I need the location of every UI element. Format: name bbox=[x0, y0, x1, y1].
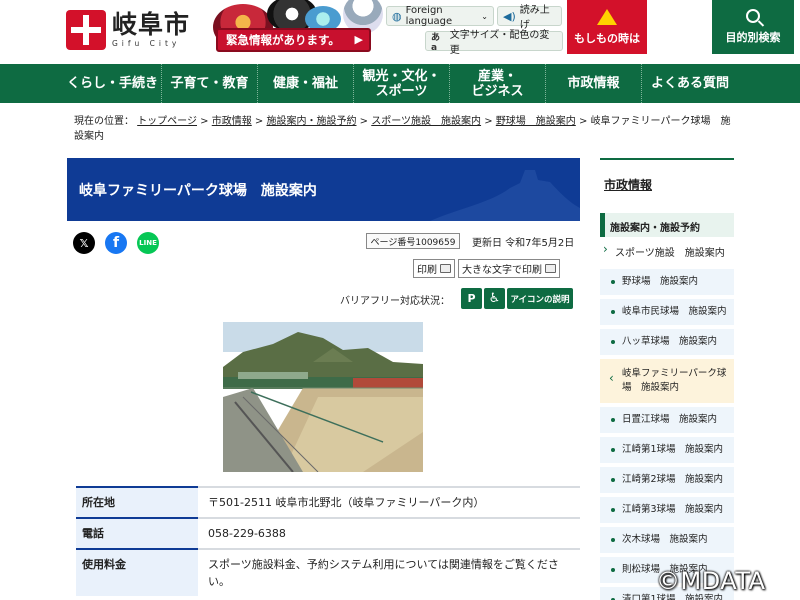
globe-icon: ◍ bbox=[392, 9, 402, 23]
play-arrow-icon: ▶ bbox=[354, 33, 363, 46]
sidebar-item[interactable]: 日置江球場 施設案内 bbox=[600, 407, 734, 433]
sidebar-item[interactable]: 次木球場 施設案内 bbox=[600, 527, 734, 553]
print-label: 印刷 bbox=[417, 265, 437, 276]
city-logo[interactable]: 岐阜市 Gifu City bbox=[66, 10, 190, 50]
text-size-label: 文字サイズ・配色の変更 bbox=[449, 30, 550, 56]
breadcrumb-prefix: 現在の位置： bbox=[74, 116, 134, 127]
font-size-icon: あa bbox=[431, 32, 441, 53]
sidebar-item[interactable]: 岐阜市民球場 施設案内 bbox=[600, 299, 734, 325]
sidebar-heading: 市政情報 bbox=[600, 158, 734, 201]
site-header: 岐阜市 Gifu City 緊急情報があります。 ▶ ◍ Foreign lan… bbox=[0, 0, 800, 64]
breadcrumb: 現在の位置： トップページ > 市政情報 > 施設案内・施設予約 > スポーツ施… bbox=[74, 116, 731, 142]
table-row: 電話 058-229-6388 bbox=[76, 517, 580, 548]
sidebar-category[interactable]: 施設案内・施設予約 bbox=[600, 213, 734, 237]
row-value: スポーツ施設料金、予約システム利用については関連情報をご覧ください。 bbox=[208, 558, 559, 588]
purpose-search-button[interactable]: 目的別検索 bbox=[712, 0, 794, 54]
x-share-icon[interactable]: 𝕏 bbox=[73, 232, 95, 254]
nav-item-health[interactable]: 健康・福祉 bbox=[258, 64, 354, 103]
print-large-label: 大きな文字で印刷 bbox=[462, 265, 542, 276]
stadium-photo bbox=[223, 322, 423, 472]
facebook-share-icon[interactable]: f bbox=[105, 232, 127, 254]
chevron-down-icon: ⌄ bbox=[481, 11, 488, 21]
barrier-free-label: バリアフリー対応状況： bbox=[340, 296, 450, 307]
emergency-alert-button[interactable]: 緊急情報があります。 ▶ bbox=[216, 28, 371, 52]
nav-item-living[interactable]: くらし・手続き bbox=[64, 64, 162, 103]
watermark: ©MDATA bbox=[656, 567, 766, 595]
parking-icon: P bbox=[461, 288, 482, 309]
breadcrumb-link[interactable]: 野球場 施設案内 bbox=[496, 116, 576, 127]
updated-date: 更新日 令和7年5月2日 bbox=[472, 238, 575, 249]
emergency-label: 緊急情報があります。 bbox=[226, 33, 340, 47]
foreign-language-label: Foreign language bbox=[405, 5, 453, 27]
speaker-icon: ◀) bbox=[503, 9, 516, 23]
page-id: ページ番号1009659 bbox=[366, 233, 460, 249]
emergency-guide-button[interactable]: もしもの時は bbox=[567, 0, 647, 54]
row-label: 所在地 bbox=[76, 486, 198, 517]
sidebar-item-current[interactable]: 岐阜ファミリーパーク球場 施設案内 bbox=[600, 359, 734, 403]
emergency-guide-label: もしもの時は bbox=[574, 31, 640, 45]
breadcrumb-link[interactable]: 施設案内・施設予約 bbox=[267, 116, 357, 127]
sidebar-item[interactable]: 野球場 施設案内 bbox=[600, 269, 734, 295]
sidebar-heading-link[interactable]: 市政情報 bbox=[604, 178, 652, 192]
wheelchair-icon: ♿ bbox=[484, 288, 505, 309]
nav-item-city-info[interactable]: 市政情報 bbox=[546, 64, 642, 103]
facility-info-table: 所在地 〒501-2511 岐阜市北野北（岐阜ファミリーパーク内） 電話 058… bbox=[76, 486, 580, 596]
sidebar-item[interactable]: 江崎第3球場 施設案内 bbox=[600, 497, 734, 523]
sidebar-item[interactable]: 江崎第1球場 施設案内 bbox=[600, 437, 734, 463]
icon-explanation-label: アイコンの説明 bbox=[510, 294, 570, 305]
print-button[interactable]: 印刷 bbox=[413, 259, 455, 278]
city-name: 岐阜市 bbox=[112, 10, 191, 39]
text-size-color-button[interactable]: あa 文字サイズ・配色の変更 bbox=[425, 30, 563, 56]
table-row: 使用料金 スポーツ施設料金、予約システム利用については関連情報をご覧ください。 bbox=[76, 548, 580, 596]
city-romaji: Gifu City bbox=[112, 39, 181, 48]
print-large-text-button[interactable]: 大きな文字で印刷 bbox=[458, 259, 560, 278]
nav-item-business[interactable]: 産業・ ビジネス bbox=[450, 64, 546, 103]
purpose-search-label: 目的別検索 bbox=[725, 31, 781, 44]
search-icon bbox=[746, 9, 760, 23]
read-aloud-button[interactable]: ◀) 読み上げ bbox=[497, 5, 562, 31]
warning-icon bbox=[597, 8, 617, 25]
printer-icon bbox=[440, 264, 451, 273]
breadcrumb-link[interactable]: スポーツ施設 施設案内 bbox=[371, 116, 481, 127]
sidebar-local-nav: 市政情報 施設案内・施設予約 スポーツ施設 施設案内 野球場 施設案内 岐阜市民… bbox=[600, 158, 734, 600]
row-value: 058-229-6388 bbox=[208, 527, 286, 540]
sidebar-item[interactable]: 江崎第2球場 施設案内 bbox=[600, 467, 734, 493]
line-share-icon[interactable]: LINE bbox=[137, 232, 159, 254]
sidebar-item[interactable]: 八ッ草球場 施設案内 bbox=[600, 329, 734, 355]
castle-silhouette-decoration bbox=[430, 170, 580, 221]
nav-item-childcare[interactable]: 子育て・教育 bbox=[162, 64, 258, 103]
icon-explanation-link[interactable]: アイコンの説明 bbox=[507, 288, 573, 309]
breadcrumb-link[interactable]: 市政情報 bbox=[212, 116, 252, 127]
foreign-language-button[interactable]: ◍ Foreign language ⌄ bbox=[386, 5, 494, 27]
row-label: 電話 bbox=[76, 517, 198, 548]
page-title-banner: 岐阜ファミリーパーク球場 施設案内 bbox=[67, 158, 580, 221]
city-emblem-icon bbox=[66, 10, 106, 50]
printer-icon bbox=[545, 264, 556, 273]
table-row: 所在地 〒501-2511 岐阜市北野北（岐阜ファミリーパーク内） bbox=[76, 486, 580, 517]
row-label: 使用料金 bbox=[76, 548, 198, 596]
breadcrumb-link[interactable]: トップページ bbox=[137, 116, 197, 127]
page-title: 岐阜ファミリーパーク球場 施設案内 bbox=[79, 182, 317, 199]
global-navigation: くらし・手続き 子育て・教育 健康・福祉 観光・文化・ スポーツ 産業・ ビジネ… bbox=[0, 64, 800, 103]
row-value: 〒501-2511 岐阜市北野北（岐阜ファミリーパーク内） bbox=[208, 496, 485, 509]
nav-item-tourism[interactable]: 観光・文化・ スポーツ bbox=[354, 64, 450, 103]
nav-item-faq[interactable]: よくある質問 bbox=[642, 64, 738, 103]
sidebar-subcategory[interactable]: スポーツ施設 施設案内 bbox=[600, 237, 734, 265]
